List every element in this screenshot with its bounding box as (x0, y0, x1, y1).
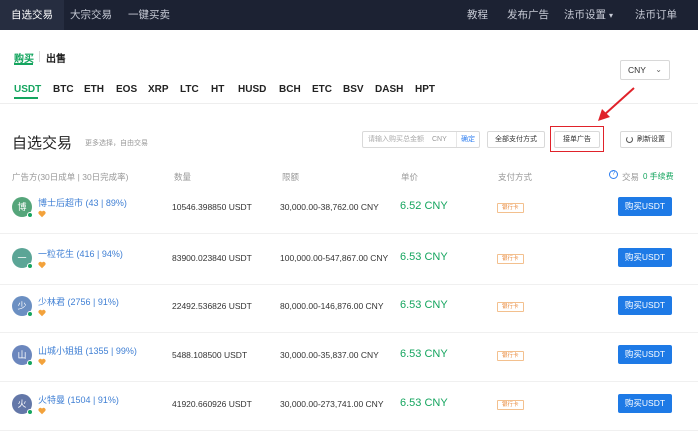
tab-separator (39, 51, 40, 62)
page-subtitle: 更多选择，自由交易 (85, 140, 148, 147)
ad-quantity: 10546.398850 USDT (172, 202, 252, 212)
currency-select[interactable]: CNY ⌄ (620, 60, 670, 80)
merchant-name-link[interactable]: 山城小姐姐 (1355 | 99%) (38, 344, 137, 357)
buy-usdt-button[interactable]: 购买USDT (618, 296, 672, 315)
coin-tab-hpt[interactable]: HPT (415, 84, 435, 95)
row-divider (0, 332, 698, 333)
online-status-dot (27, 360, 33, 366)
ad-quantity: 83900.023840 USDT (172, 253, 252, 263)
payment-method-badge: 银行卡 (497, 400, 524, 410)
online-status-dot (27, 212, 33, 218)
header-price: 单价 (401, 172, 419, 182)
nav-fiat-settings-label: 法币设置 (564, 9, 606, 21)
ad-price: 6.53 CNY (400, 397, 448, 409)
coin-tab-husd[interactable]: HUSD (238, 84, 266, 95)
merchant-heart-badge-icon (38, 407, 46, 415)
coin-tab-dash[interactable]: DASH (375, 84, 403, 95)
nav-self-select-trade[interactable]: 自选交易 (0, 0, 64, 30)
online-status-dot (27, 263, 33, 269)
ad-limit: 100,000.00-547,867.00 CNY (280, 253, 389, 263)
merchant-name-link[interactable]: 一粒花生 (416 | 94%) (38, 247, 123, 260)
annotation-arrow-icon (598, 87, 635, 121)
row-divider (0, 233, 698, 234)
ad-price: 6.53 CNY (400, 251, 448, 263)
table-row: 一一粒花生 (416 | 94%) 83900.023840 USDT 100,00… (0, 237, 698, 285)
merchant-heart-badge-icon (38, 210, 46, 218)
annotation-highlight-box (550, 126, 604, 152)
amount-unit: CNY (432, 136, 447, 143)
currency-select-value: CNY (628, 65, 646, 75)
amount-input[interactable]: 请输入购买总金额 CNY 确定 (362, 131, 480, 148)
merchant-name-link[interactable]: 火特曼 (1504 | 91%) (38, 393, 119, 406)
merchant-heart-badge-icon (38, 261, 46, 269)
buy-usdt-button[interactable]: 购买USDT (618, 345, 672, 364)
nav-one-click-trade[interactable]: 一键买卖 (128, 0, 170, 30)
tab-buy-indicator (14, 63, 33, 65)
ad-limit: 30,000.00-38,762.00 CNY (280, 202, 379, 212)
payment-method-filter[interactable]: 全部支付方式 (487, 131, 545, 148)
ad-limit: 30,000.00-35,837.00 CNY (280, 350, 379, 360)
help-icon[interactable]: ? (609, 170, 618, 179)
row-divider (0, 430, 698, 431)
merchant-heart-badge-icon (38, 309, 46, 317)
ad-limit: 30,000.00-273,741.00 CNY (280, 399, 384, 409)
coin-tab-indicator (14, 97, 38, 99)
ad-price: 6.53 CNY (400, 299, 448, 311)
coin-tab-ht[interactable]: HT (211, 84, 224, 95)
ad-price: 6.52 CNY (400, 200, 448, 212)
chevron-down-icon: ▾ (609, 11, 614, 20)
coin-tab-usdt[interactable]: USDT (14, 84, 41, 95)
nav-fiat-settings[interactable]: 法币设置 ▾ (564, 0, 613, 30)
nav-fiat-orders[interactable]: 法币订单 (635, 0, 677, 30)
buy-usdt-button[interactable]: 购买USDT (618, 394, 672, 413)
coin-tab-eos[interactable]: EOS (116, 84, 137, 95)
table-row: 博博士后超市 (43 | 89%) 10546.398850 USDT 30,000… (0, 186, 698, 234)
buy-usdt-button[interactable]: 购买USDT (618, 248, 672, 267)
tab-sell[interactable]: 出售 (46, 50, 66, 65)
coin-tab-bsv[interactable]: BSV (343, 84, 364, 95)
chevron-down-icon: ⌄ (655, 65, 662, 74)
table-row: 少少林君 (2756 | 91%) 22492.536826 USDT 80,000… (0, 285, 698, 333)
top-navigation: 自选交易 大宗交易 一键买卖 教程 发布广告 法币设置 ▾ 法币订单 (0, 0, 698, 30)
payment-method-badge: 银行卡 (497, 302, 524, 312)
merchant-heart-badge-icon (38, 358, 46, 366)
buy-usdt-button[interactable]: 购买USDT (618, 197, 672, 216)
zero-fee-badge: 0 手续费 (643, 172, 674, 181)
amount-input-placeholder: 请输入购买总金额 (368, 136, 424, 143)
ad-quantity: 5488.108500 USDT (172, 350, 248, 360)
merchant-name-link[interactable]: 少林君 (2756 | 91%) (38, 295, 119, 308)
ad-price: 6.53 CNY (400, 348, 448, 360)
online-status-dot (27, 311, 33, 317)
coin-tab-bch[interactable]: BCH (279, 84, 301, 95)
amount-confirm-button[interactable]: 确定 (456, 132, 479, 147)
refresh-icon (626, 136, 633, 143)
nav-block-trade[interactable]: 大宗交易 (70, 0, 112, 30)
ad-quantity: 22492.536826 USDT (172, 301, 252, 311)
merchant-name-link[interactable]: 博士后超市 (43 | 89%) (38, 196, 127, 209)
page-title: 自选交易 (12, 135, 73, 152)
ad-quantity: 41920.660926 USDT (172, 399, 252, 409)
online-status-dot (27, 409, 33, 415)
nav-post-ad[interactable]: 发布广告 (507, 0, 549, 30)
payment-method-badge: 银行卡 (497, 203, 524, 213)
coin-tab-ltc[interactable]: LTC (180, 84, 199, 95)
coin-tab-xrp[interactable]: XRP (148, 84, 169, 95)
payment-method-badge: 银行卡 (497, 254, 524, 264)
header-payment: 支付方式 (498, 172, 533, 182)
header-limit: 限额 (282, 172, 300, 182)
nav-tutorial[interactable]: 教程 (467, 0, 488, 30)
payment-method-badge: 银行卡 (497, 351, 524, 361)
coin-tab-etc[interactable]: ETC (312, 84, 332, 95)
table-row: 火火特曼 (1504 | 91%) 41920.660926 USDT 30,000… (0, 383, 698, 431)
header-quantity: 数量 (174, 172, 192, 182)
header-trade: 交易 (622, 172, 640, 182)
header-merchant: 广告方(30日成单 | 30日完成率) (12, 172, 129, 182)
coin-tab-btc[interactable]: BTC (53, 84, 74, 95)
row-divider (0, 381, 698, 382)
table-row: 山山城小姐姐 (1355 | 99%) 5488.108500 USDT 30,00… (0, 334, 698, 382)
ad-limit: 80,000.00-146,876.00 CNY (280, 301, 384, 311)
coin-tab-eth[interactable]: ETH (84, 84, 104, 95)
